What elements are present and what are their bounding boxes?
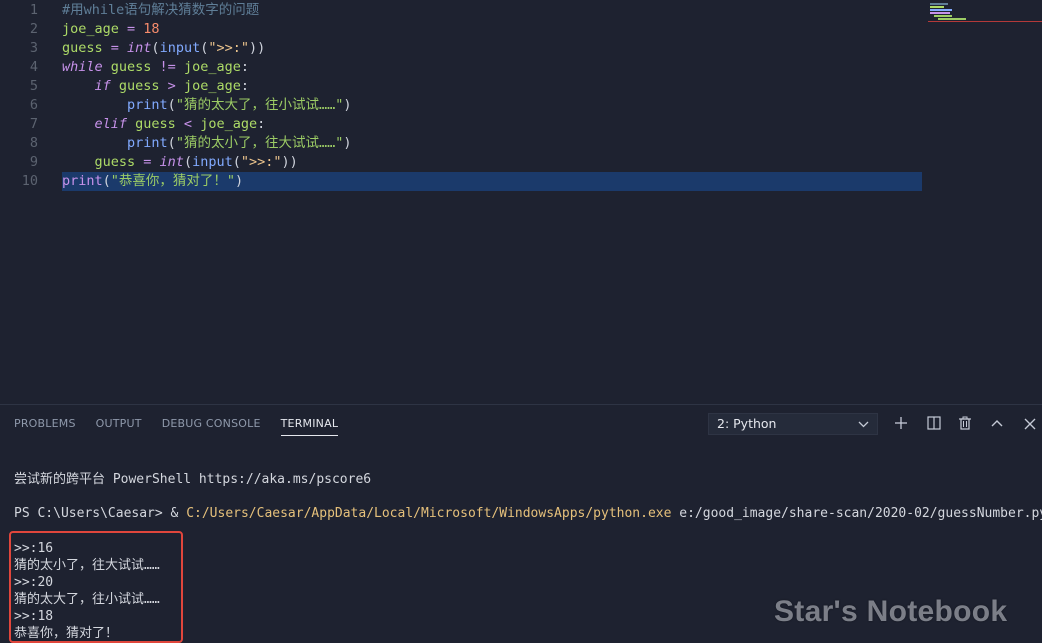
code-token: print (62, 173, 103, 189)
tab-output[interactable]: OUTPUT (96, 417, 142, 436)
panel-tabs: PROBLEMS OUTPUT DEBUG CONSOLE TERMINAL (14, 417, 339, 436)
code-token: guess (94, 154, 136, 170)
code-token: = (135, 154, 160, 170)
code-token: "猜的太小了，往大试试……" (175, 135, 344, 151)
terminal-command-line[interactable]: PS C:\Users\Caesar> & C:/Users/Caesar/Ap… (14, 505, 1042, 522)
code-token: while (62, 59, 111, 75)
code-text: print("猜的太大了，往小试试……") (62, 96, 351, 115)
code-token: int (159, 154, 184, 170)
code-token: ( (102, 173, 111, 189)
split-terminal-button[interactable] (923, 413, 945, 435)
code-token: "猜的太大了，往小试试……" (175, 97, 344, 113)
line-number: 6 (29, 97, 38, 113)
code-token: ( (232, 154, 241, 170)
code-token: ">>:" (240, 154, 282, 170)
code-text: if guess > joe_age: (62, 77, 249, 96)
terminal-prompt: PS C:\Users\Caesar> & (14, 506, 187, 521)
code-token: joe_age (183, 78, 241, 94)
line-number: 2 (29, 21, 38, 37)
code-token: < (175, 116, 201, 132)
code-token: joe_age (183, 59, 241, 75)
terminal-instance-select[interactable]: 2: Python (708, 413, 878, 435)
code-token: #用while语句解决猜数字的问题 (62, 2, 260, 18)
code-token: = (102, 40, 128, 56)
code-token: : (240, 59, 249, 75)
plus-icon (894, 415, 908, 434)
chevron-up-icon (990, 415, 1004, 434)
new-terminal-button[interactable] (890, 413, 912, 435)
code-token: elif (94, 116, 136, 132)
kill-terminal-button[interactable] (954, 413, 976, 435)
code-token: print (127, 97, 168, 113)
line-number: 5 (29, 78, 38, 94)
code-text: print("恭喜你，猜对了！") (62, 172, 243, 191)
code-token: )) (248, 40, 266, 56)
script-path: e:/good_image/share-scan/2020-02/guessNu… (671, 506, 1042, 521)
minimap[interactable] (928, 2, 1042, 24)
code-token: ) (235, 173, 244, 189)
code-token: != (151, 59, 184, 75)
line-number: 1 (29, 2, 38, 18)
code-token: guess (135, 116, 176, 132)
tab-problems[interactable]: PROBLEMS (14, 417, 76, 436)
code-token: input (192, 154, 233, 170)
chevron-down-icon (858, 414, 869, 441)
close-panel-button[interactable] (1019, 413, 1041, 435)
code-text: guess = int(input(">>:")) (62, 39, 265, 58)
trash-icon (958, 415, 972, 434)
maximize-panel-button[interactable] (986, 413, 1008, 435)
code-token: print (127, 135, 168, 151)
code-text: print("猜的太小了，往大试试……") (62, 134, 351, 153)
minimap-viewport-marker (928, 21, 1042, 22)
code-token: joe_age (62, 21, 119, 37)
code-text: guess = int(input(">>:")) (62, 153, 298, 172)
split-icon (927, 415, 941, 434)
code-token: )) (281, 154, 298, 170)
code-text: while guess != joe_age: (62, 58, 249, 77)
terminal-instance-label: 2: Python (717, 416, 777, 431)
code-token: ) (343, 135, 352, 151)
code-token: "恭喜你，猜对了！" (110, 173, 236, 189)
code-token: > (159, 78, 184, 94)
code-token: ( (151, 40, 160, 56)
code-token: guess (118, 78, 160, 94)
code-token: ( (167, 135, 176, 151)
close-icon (1024, 415, 1036, 434)
tab-debug-console[interactable]: DEBUG CONSOLE (162, 417, 261, 436)
line-number: 10 (21, 173, 38, 189)
terminal-banner: 尝试新的跨平台 PowerShell https://aka.ms/pscore… (14, 472, 372, 487)
code-token: if (94, 78, 119, 94)
code-token: guess (62, 40, 103, 56)
code-token: guess (110, 59, 152, 75)
watermark: Star's Notebook (774, 595, 1008, 628)
line-number: 7 (29, 116, 38, 132)
code-token: : (257, 116, 266, 132)
code-token: : (240, 78, 249, 94)
line-number: 3 (29, 40, 38, 56)
line-number: 8 (29, 135, 38, 151)
code-text: #用while语句解决猜数字的问题 (62, 1, 259, 20)
code-token: input (159, 40, 201, 56)
code-token: ( (167, 97, 176, 113)
code-token: int (127, 40, 152, 56)
code-token: 18 (143, 21, 160, 37)
code-text: elif guess < joe_age: (62, 115, 266, 134)
code-token: ) (343, 97, 352, 113)
code-token: joe_age (200, 116, 258, 132)
line-number: 4 (29, 59, 38, 75)
output-highlight-box (9, 531, 183, 643)
line-number: 9 (29, 154, 38, 170)
python-exe-path: C:/Users/Caesar/AppData/Local/Microsoft/… (186, 506, 672, 521)
code-text: joe_age = 18 (62, 20, 160, 39)
code-token: ( (183, 154, 193, 170)
tab-terminal[interactable]: TERMINAL (280, 417, 339, 436)
code-token: = (118, 21, 144, 37)
code-editor[interactable]: 1 #用while语句解决猜数字的问题 2 joe_age = 18 3 guess = … (0, 0, 1042, 404)
code-token: ">>:" (208, 40, 249, 56)
